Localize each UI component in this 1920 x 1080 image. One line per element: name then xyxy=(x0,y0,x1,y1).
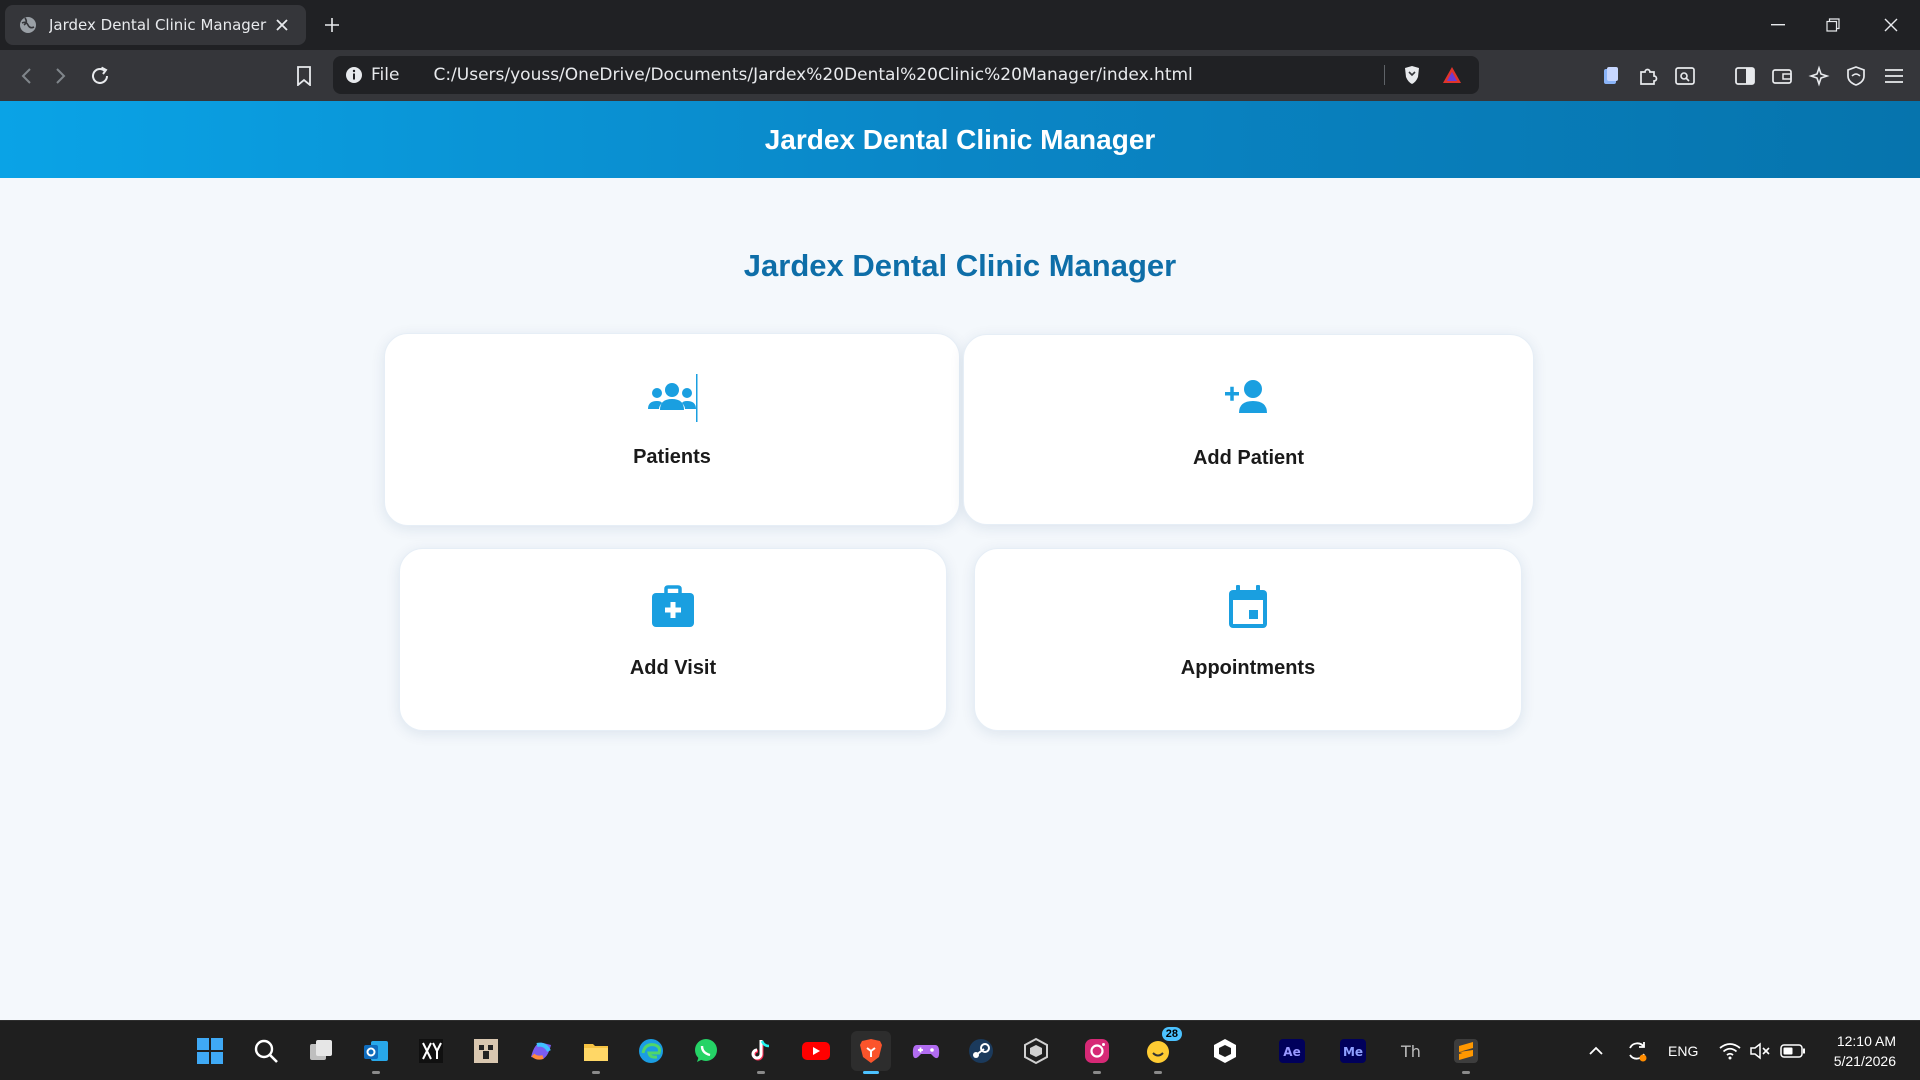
outlook-icon[interactable] xyxy=(356,1031,396,1074)
app-header-title: Jardex Dental Clinic Manager xyxy=(764,123,1156,155)
running-indicator xyxy=(757,1071,765,1074)
minimize-icon[interactable] xyxy=(1758,10,1798,40)
users-icon xyxy=(642,368,702,428)
running-indicator xyxy=(372,1071,380,1074)
clock-time: 12:10 AM xyxy=(1836,1033,1896,1049)
running-indicator xyxy=(863,1071,879,1074)
user-plus-icon xyxy=(1219,369,1279,429)
running-indicator xyxy=(1093,1071,1101,1074)
new-tab-button[interactable] xyxy=(320,13,344,37)
unity-icon[interactable] xyxy=(1205,1031,1245,1071)
browser-tab-strip: Jardex Dental Clinic Manager xyxy=(0,0,1920,50)
add-patient-card-label: Add Patient xyxy=(1192,447,1305,469)
instagram-icon[interactable] xyxy=(1077,1031,1117,1074)
chat-app-icon[interactable]: 28 xyxy=(1138,1027,1182,1074)
game-controller-icon[interactable] xyxy=(906,1031,946,1071)
language-indicator[interactable]: ENG xyxy=(1668,1021,1698,1080)
forward-icon[interactable] xyxy=(46,61,76,91)
patients-card[interactable]: Patients xyxy=(384,333,960,526)
calendar-icon xyxy=(1218,579,1278,639)
extensions-icon[interactable] xyxy=(1633,61,1663,91)
steam-icon[interactable] xyxy=(961,1031,1001,1071)
running-indicator xyxy=(592,1071,600,1074)
tab-title: Jardex Dental Clinic Manager xyxy=(49,16,267,34)
svg-text:Ae: Ae xyxy=(1283,1045,1300,1059)
svg-text:Th: Th xyxy=(1400,1042,1421,1061)
notification-badge: 28 xyxy=(1161,1027,1182,1041)
after-effects-icon[interactable]: Ae xyxy=(1272,1031,1312,1071)
add-visit-card[interactable]: Add Visit xyxy=(399,548,947,731)
chevron-up-icon[interactable] xyxy=(1576,1031,1616,1071)
wallet-icon[interactable] xyxy=(1767,61,1797,91)
hex-app-icon[interactable] xyxy=(1016,1031,1056,1071)
ai-sparkle-icon[interactable] xyxy=(1804,61,1834,91)
leo-icon[interactable] xyxy=(1596,61,1626,91)
browser-tab[interactable]: Jardex Dental Clinic Manager xyxy=(5,5,306,45)
close-tab-icon[interactable] xyxy=(272,15,292,35)
media-encoder-icon[interactable]: Me xyxy=(1333,1031,1373,1071)
running-indicator xyxy=(1154,1071,1162,1074)
medical-kit-icon xyxy=(643,579,703,639)
vpn-shield-icon[interactable] xyxy=(1841,61,1871,91)
battery-icon[interactable] xyxy=(1773,1031,1813,1071)
minecraft-icon[interactable] xyxy=(466,1031,506,1071)
restore-icon[interactable] xyxy=(1813,10,1853,40)
add-visit-card-label: Add Visit xyxy=(629,657,717,679)
task-view-icon[interactable] xyxy=(301,1031,341,1071)
info-icon[interactable] xyxy=(345,66,363,84)
reload-icon[interactable] xyxy=(85,61,115,91)
youtube-icon[interactable] xyxy=(796,1031,836,1071)
brave-icon[interactable] xyxy=(851,1031,891,1074)
back-icon[interactable] xyxy=(11,61,41,91)
sync-icon[interactable] xyxy=(1617,1031,1657,1071)
page-title: Jardex Dental Clinic Manager xyxy=(743,248,1177,283)
edge-icon[interactable] xyxy=(631,1031,671,1071)
running-indicator xyxy=(1462,1071,1470,1074)
app-header: Jardex Dental Clinic Manager xyxy=(0,101,1920,178)
search-icon[interactable] xyxy=(246,1031,286,1071)
bookmark-icon[interactable] xyxy=(289,61,319,91)
app-xy-icon[interactable] xyxy=(411,1031,451,1071)
address-url[interactable]: C:/Users/youss/OneDrive/Documents/Jardex… xyxy=(433,65,1384,85)
sidebar-icon[interactable] xyxy=(1730,61,1760,91)
tiktok-icon[interactable] xyxy=(741,1031,781,1074)
brave-shield-icon[interactable] xyxy=(1399,62,1425,88)
menu-icon[interactable] xyxy=(1879,61,1909,91)
address-scheme: File xyxy=(371,65,400,85)
reader-icon[interactable] xyxy=(1670,61,1700,91)
whatsapp-icon[interactable] xyxy=(686,1031,726,1071)
copilot-icon[interactable] xyxy=(521,1031,561,1071)
clock-date: 5/21/2026 xyxy=(1833,1053,1896,1069)
globe-icon xyxy=(19,16,37,34)
typography-app-icon[interactable]: Th xyxy=(1391,1031,1431,1071)
add-patient-card[interactable]: Add Patient xyxy=(963,334,1534,525)
patients-card-label: Patients xyxy=(633,446,711,468)
sublime-text-icon[interactable] xyxy=(1446,1031,1486,1074)
brave-rewards-icon[interactable] xyxy=(1439,62,1465,88)
address-divider xyxy=(1384,65,1385,85)
taskbar: 28 Ae Me Th ENG 12:10 AM 5/21/2026 xyxy=(0,1020,1920,1080)
appointments-card[interactable]: Appointments xyxy=(974,548,1522,731)
system-clock[interactable]: 12:10 AM 5/21/2026 xyxy=(1834,1031,1896,1071)
file-explorer-icon[interactable] xyxy=(576,1031,616,1074)
svg-text:Me: Me xyxy=(1343,1045,1363,1059)
start-windows-icon[interactable] xyxy=(190,1031,230,1071)
address-bar[interactable]: File C:/Users/youss/OneDrive/Documents/J… xyxy=(333,56,1479,94)
window-close-icon[interactable] xyxy=(1871,10,1911,40)
appointments-card-label: Appointments xyxy=(1180,657,1316,679)
